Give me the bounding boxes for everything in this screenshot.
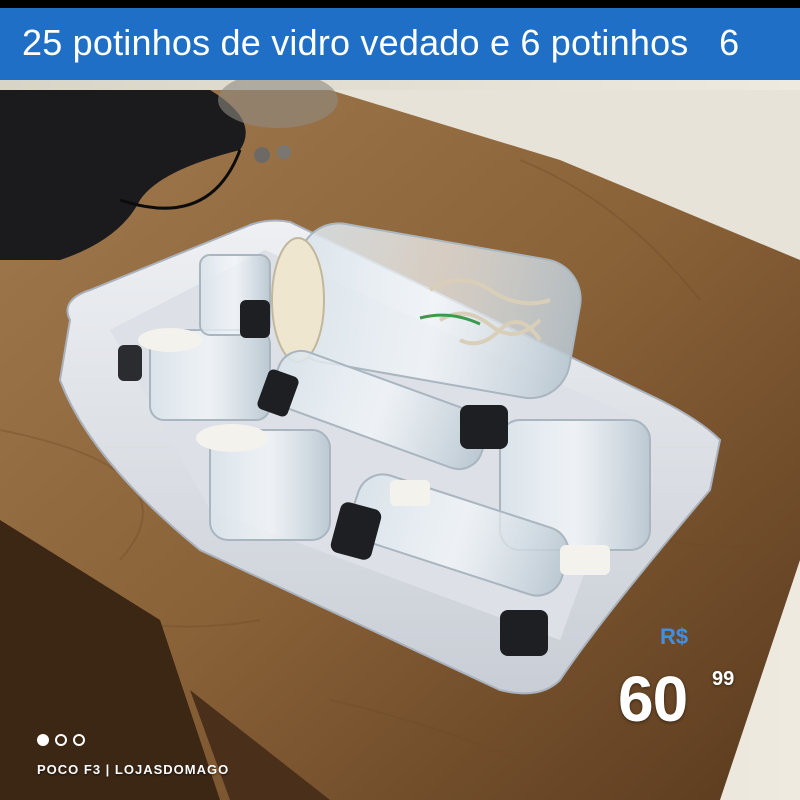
price-currency: R$ [660, 624, 689, 649]
carousel-indicator [37, 734, 85, 746]
carousel-dot-3[interactable] [73, 734, 85, 746]
price-cents: 99 [712, 668, 735, 690]
title-banner: 25 potinhos de vidro vedado e 6 potinhos… [0, 8, 800, 80]
carousel-dot-1[interactable] [37, 734, 49, 746]
listing-title: 25 potinhos de vidro vedado e 6 potinhos… [22, 22, 740, 63]
carousel-dot-2[interactable] [55, 734, 67, 746]
top-status-bar [0, 0, 800, 8]
camera-watermark: POCO F3 | LOJASDOMAGO [37, 762, 230, 777]
price-tag: R$ 60 99 [618, 624, 778, 735]
price-integer: 60 [618, 663, 688, 735]
